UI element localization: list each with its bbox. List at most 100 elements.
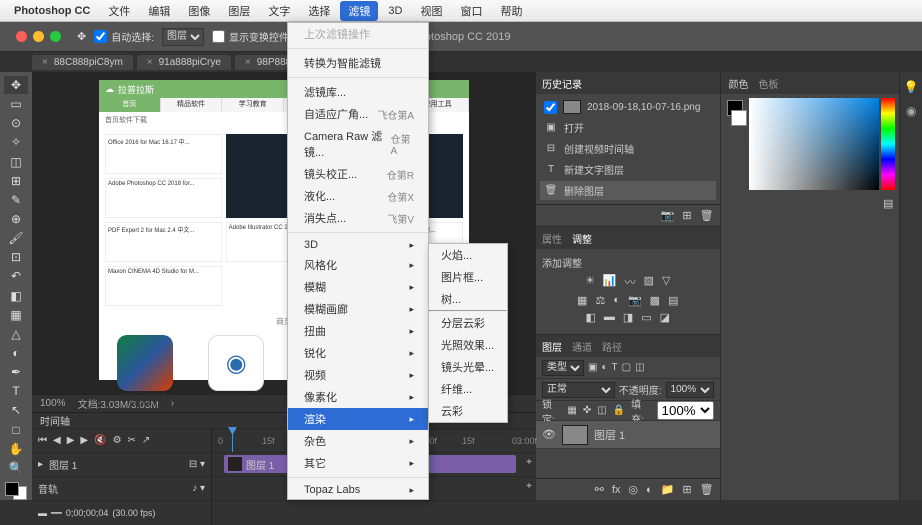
- link-icon[interactable]: ⚯: [595, 483, 604, 496]
- submenu-fibers[interactable]: 纤维...: [429, 378, 507, 400]
- brightness-icon[interactable]: ☀: [585, 274, 595, 290]
- color-field[interactable]: [749, 98, 880, 190]
- submenu-flame[interactable]: 火焰...: [429, 244, 507, 266]
- history-item[interactable]: 打开: [564, 120, 584, 135]
- next-frame-icon[interactable]: ▶: [80, 435, 88, 446]
- filter-adjust-icon[interactable]: ◐: [601, 362, 607, 373]
- menu-3d[interactable]: 3D: [380, 3, 410, 19]
- fill-adj-icon[interactable]: ◐: [646, 484, 653, 496]
- app-name[interactable]: Photoshop CC: [14, 5, 90, 17]
- new-layer-icon[interactable]: ⊞: [682, 483, 691, 496]
- move-tool[interactable]: ✥: [4, 76, 28, 94]
- menu-image[interactable]: 图像: [180, 1, 218, 21]
- close-button[interactable]: [16, 31, 27, 42]
- learn-icon[interactable]: 💡: [904, 80, 919, 94]
- tab-properties[interactable]: 属性: [542, 231, 562, 246]
- menu-help[interactable]: 帮助: [492, 1, 530, 21]
- submenu-diff-clouds[interactable]: 云彩: [429, 400, 507, 422]
- submenu-lens-flare[interactable]: 镜头光晕...: [429, 356, 507, 378]
- filter-shape-icon[interactable]: ▢: [622, 362, 631, 373]
- fill-input[interactable]: 100%: [657, 401, 714, 420]
- balance-icon[interactable]: ⚖: [595, 294, 605, 307]
- tab-color[interactable]: 颜色: [729, 76, 749, 91]
- tab-paths[interactable]: 路径: [602, 339, 622, 354]
- camera-icon[interactable]: 📷: [661, 209, 675, 222]
- path-tool[interactable]: ↖: [4, 401, 28, 419]
- tab-history[interactable]: 历史记录: [542, 76, 582, 91]
- settings-icon[interactable]: ⚙: [113, 435, 122, 446]
- menu-vanishing-point[interactable]: 消失点...飞第V: [288, 207, 428, 229]
- color-swatch[interactable]: [725, 98, 747, 190]
- photo-filter-icon[interactable]: 📷: [628, 294, 642, 307]
- menu-3d-sub[interactable]: 3D: [288, 236, 428, 254]
- mute-icon[interactable]: 🔇: [94, 435, 106, 446]
- shape-tool[interactable]: □: [4, 421, 28, 439]
- menu-adaptive-wide[interactable]: 自适应广角...飞仓第A: [288, 103, 428, 125]
- history-item[interactable]: 删除图层: [564, 183, 604, 198]
- submenu-lighting[interactable]: 光照效果...: [429, 334, 507, 356]
- history-item[interactable]: 新建文字图层: [564, 162, 624, 177]
- curves-icon[interactable]: 〰: [625, 274, 636, 290]
- stamp-tool[interactable]: ⊡: [4, 248, 28, 266]
- transform-checkbox[interactable]: [212, 30, 225, 43]
- add-icon[interactable]: +: [526, 481, 532, 492]
- hue-icon[interactable]: ▦: [577, 294, 587, 307]
- blur-tool[interactable]: △: [4, 325, 28, 343]
- close-icon[interactable]: ×: [147, 57, 153, 68]
- fx-icon[interactable]: fx: [612, 484, 621, 496]
- menu-pixelate[interactable]: 像素化: [288, 386, 428, 408]
- zoom-tool[interactable]: 🔍: [4, 459, 28, 477]
- lock-position-icon[interactable]: ✜: [583, 405, 591, 416]
- wand-tool[interactable]: ✧: [4, 133, 28, 151]
- split-icon[interactable]: ✂: [128, 435, 136, 446]
- menu-filter-gallery[interactable]: 滤镜库...: [288, 81, 428, 103]
- vibrance-icon[interactable]: ▽: [662, 274, 670, 290]
- layer-filter-select[interactable]: 类型: [542, 360, 584, 376]
- gradient-tool[interactable]: ▦: [4, 306, 28, 324]
- filter-smart-icon[interactable]: ◫: [635, 362, 644, 373]
- tab-0[interactable]: ×88C888piC8ym: [32, 55, 133, 70]
- auto-select-checkbox[interactable]: [94, 30, 107, 43]
- delete-icon[interactable]: 🗑: [700, 483, 714, 496]
- panel-menu-icon[interactable]: ▤: [883, 197, 893, 210]
- type-tool[interactable]: T: [4, 382, 28, 400]
- menu-lens-correction[interactable]: 镜头校正...仓第R: [288, 163, 428, 185]
- first-frame-icon[interactable]: ⏮: [38, 435, 47, 446]
- posterize-icon[interactable]: ▬: [604, 311, 615, 324]
- lookup-icon[interactable]: ▤: [668, 294, 678, 307]
- filter-pixel-icon[interactable]: ▣: [588, 362, 597, 373]
- menu-topaz[interactable]: Topaz Labs: [288, 481, 428, 499]
- crop-tool[interactable]: ◫: [4, 153, 28, 171]
- zoom-button[interactable]: [50, 31, 61, 42]
- brush-tool[interactable]: 🖌: [4, 229, 28, 247]
- playhead[interactable]: [232, 429, 233, 452]
- hand-tool[interactable]: ✋: [4, 440, 28, 458]
- selective-icon[interactable]: ◪: [660, 311, 670, 324]
- menu-blur[interactable]: 模糊: [288, 276, 428, 298]
- lasso-tool[interactable]: ⊙: [4, 114, 28, 132]
- menu-camera-raw[interactable]: Camera Raw 滤镜...仓第A: [288, 125, 428, 163]
- zoom-level[interactable]: 100%: [40, 398, 66, 409]
- mixer-icon[interactable]: ▩: [650, 294, 660, 307]
- libraries-icon[interactable]: ◉: [906, 104, 916, 118]
- color-swatch[interactable]: [5, 482, 27, 500]
- lock-pixels-icon[interactable]: ▦: [567, 405, 576, 416]
- pen-tool[interactable]: ✒: [4, 363, 28, 381]
- gradient-map-icon[interactable]: ▭: [641, 311, 651, 324]
- lock-all-icon[interactable]: 🔒: [613, 405, 625, 416]
- menu-liquify[interactable]: 液化...仓第X: [288, 185, 428, 207]
- frame-tool[interactable]: ⊞: [4, 172, 28, 190]
- lock-artboard-icon[interactable]: ◫: [597, 405, 606, 416]
- track-name[interactable]: 图层 1: [49, 457, 77, 472]
- tab-adjustments[interactable]: 调整: [572, 231, 592, 246]
- history-item[interactable]: 创建视频时间轴: [564, 141, 634, 156]
- trash-icon[interactable]: 🗑: [700, 209, 714, 222]
- play-icon[interactable]: ▶: [67, 435, 75, 446]
- tab-channels[interactable]: 通道: [572, 339, 592, 354]
- menu-edit[interactable]: 编辑: [140, 1, 178, 21]
- close-icon[interactable]: ×: [42, 57, 48, 68]
- minimize-button[interactable]: [33, 31, 44, 42]
- menu-noise[interactable]: 杂色: [288, 430, 428, 452]
- opacity-input[interactable]: 100%: [666, 382, 714, 398]
- submenu-tree[interactable]: 树...: [429, 288, 507, 310]
